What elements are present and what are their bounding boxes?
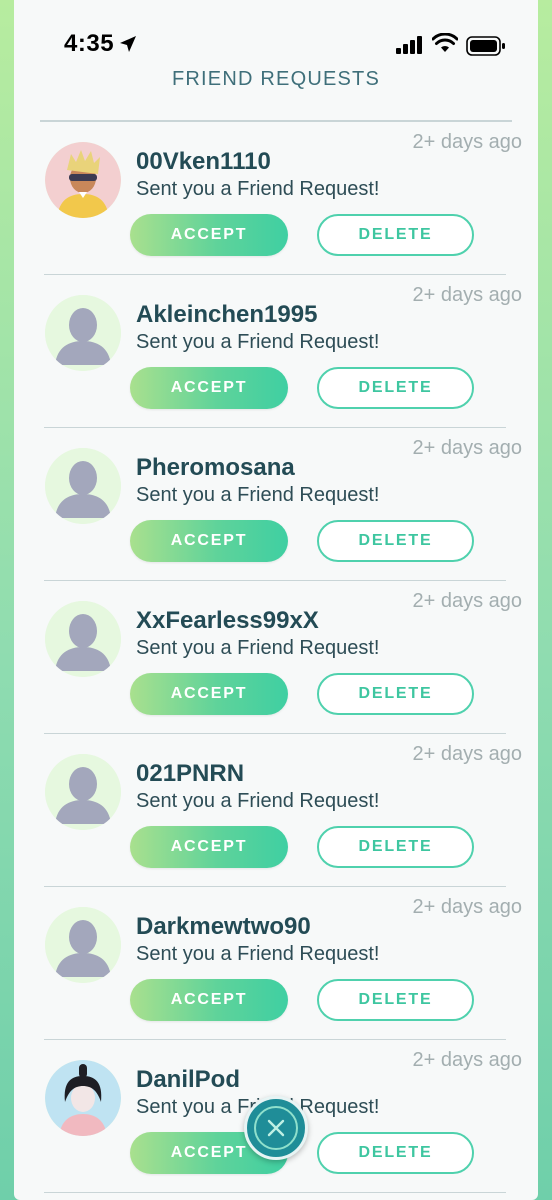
request-message: Sent you a Friend Request! — [136, 331, 380, 353]
username[interactable]: Darkmewtwo90 — [136, 913, 311, 941]
location-arrow-icon — [120, 36, 136, 52]
request-time-ago: 2+ days ago — [412, 437, 522, 459]
accept-button[interactable]: ACCEPT — [130, 367, 288, 409]
delete-button[interactable]: DELETE — [317, 367, 474, 409]
username[interactable]: 021PNRN — [136, 760, 244, 788]
status-time: 4:35 — [64, 30, 115, 57]
request-message: Sent you a Friend Request! — [136, 484, 380, 506]
username[interactable]: Pheromosana — [136, 454, 295, 482]
avatar[interactable] — [45, 448, 121, 524]
friend-request-row: Akleinchen1995 Sent you a Friend Request!… — [0, 275, 552, 428]
delete-button[interactable]: DELETE — [317, 214, 474, 256]
avatar-image — [45, 448, 121, 524]
username[interactable]: XxFearless99xX — [136, 607, 319, 635]
friend-request-row: Pheromosana Sent you a Friend Request! 2+ … — [0, 428, 552, 581]
delete-button[interactable]: DELETE — [317, 673, 474, 715]
friend-request-row: XxFearless99xX Sent you a Friend Request!… — [0, 581, 552, 734]
avatar[interactable] — [45, 142, 121, 218]
accept-button[interactable]: ACCEPT — [130, 826, 288, 868]
avatar-image — [45, 907, 121, 983]
delete-button[interactable]: DELETE — [317, 1132, 474, 1174]
accept-button[interactable]: ACCEPT — [130, 673, 288, 715]
avatar[interactable] — [45, 601, 121, 677]
friend-request-row: 00Vken1110 Sent you a Friend Request! 2+ d… — [0, 122, 552, 275]
battery-icon — [466, 36, 505, 56]
avatar-image — [45, 754, 121, 830]
accept-button[interactable]: ACCEPT — [130, 520, 288, 562]
avatar[interactable] — [45, 295, 121, 371]
request-time-ago: 2+ days ago — [412, 590, 522, 612]
request-time-ago: 2+ days ago — [412, 1049, 522, 1071]
request-message: Sent you a Friend Request! — [136, 790, 380, 812]
request-time-ago: 2+ days ago — [412, 896, 522, 918]
request-message: Sent you a Friend Request! — [136, 943, 380, 965]
avatar-image — [45, 601, 121, 677]
avatar[interactable] — [45, 1060, 121, 1136]
friend-request-row: 021PNRN Sent you a Friend Request! 2+ days… — [0, 734, 552, 887]
delete-button[interactable]: DELETE — [317, 520, 474, 562]
request-message: Sent you a Friend Request! — [136, 178, 380, 200]
close-icon — [267, 1119, 285, 1137]
friend-request-row: Darkmewtwo90 Sent you a Friend Request! 2+… — [0, 887, 552, 1040]
request-time-ago: 2+ days ago — [412, 131, 522, 153]
delete-button[interactable]: DELETE — [317, 826, 474, 868]
accept-button[interactable]: ACCEPT — [130, 979, 288, 1021]
username[interactable]: Akleinchen1995 — [136, 301, 317, 329]
request-time-ago: 2+ days ago — [412, 743, 522, 765]
username[interactable]: 00Vken1110 — [136, 148, 271, 176]
username[interactable]: DanilPod — [136, 1066, 240, 1094]
friend-request-list: 00Vken1110 Sent you a Friend Request! 2+ d… — [0, 122, 552, 1193]
avatar-image — [45, 1060, 121, 1136]
avatar[interactable] — [45, 754, 121, 830]
close-button-ring — [254, 1106, 298, 1150]
request-time-ago: 2+ days ago — [412, 284, 522, 306]
signal-icon — [396, 36, 422, 54]
avatar[interactable] — [45, 907, 121, 983]
wifi-icon — [432, 33, 458, 52]
row-divider — [44, 1192, 506, 1193]
delete-button[interactable]: DELETE — [317, 979, 474, 1021]
avatar-image — [45, 295, 121, 371]
request-message: Sent you a Friend Request! — [136, 637, 380, 659]
close-button[interactable] — [244, 1096, 308, 1160]
accept-button[interactable]: ACCEPT — [130, 214, 288, 256]
avatar-image — [45, 142, 121, 218]
page-title: FRIEND REQUESTS — [171, 68, 381, 90]
